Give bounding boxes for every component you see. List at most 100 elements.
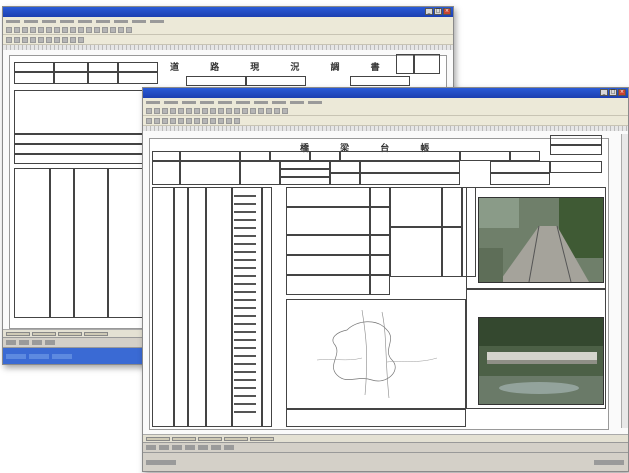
menu-item[interactable]: [200, 100, 214, 104]
toolbar-icon[interactable]: [22, 36, 28, 43]
menu-item[interactable]: [290, 100, 304, 104]
menu-item[interactable]: [6, 19, 20, 23]
close-button[interactable]: ×: [618, 89, 626, 96]
sheet-tab[interactable]: [250, 436, 274, 441]
toolbar-icon[interactable]: [234, 107, 240, 114]
toolbar-icon[interactable]: [218, 107, 224, 114]
menu-item[interactable]: [114, 19, 128, 23]
drawing-tool[interactable]: [198, 445, 208, 450]
toolbar-icon[interactable]: [194, 117, 200, 124]
drawing-tool[interactable]: [19, 340, 29, 345]
menu-item[interactable]: [254, 100, 268, 104]
toolbar-icon[interactable]: [242, 107, 248, 114]
toolbar-icon[interactable]: [186, 107, 192, 114]
toolbar-icon[interactable]: [154, 117, 160, 124]
toolbar-icon[interactable]: [226, 117, 232, 124]
front-window-titlebar[interactable]: _ □ ×: [143, 88, 628, 98]
menu-item[interactable]: [96, 19, 110, 23]
toolbar-icon[interactable]: [14, 36, 20, 43]
menu-item[interactable]: [236, 100, 250, 104]
menu-item[interactable]: [42, 19, 56, 23]
minimize-button[interactable]: _: [425, 8, 433, 15]
toolbar-icon[interactable]: [274, 107, 280, 114]
close-button[interactable]: ×: [443, 8, 451, 15]
menu-item[interactable]: [150, 19, 164, 23]
toolbar-icon[interactable]: [234, 117, 240, 124]
menu-item[interactable]: [308, 100, 322, 104]
toolbar-icon[interactable]: [46, 26, 52, 33]
toolbar-icon[interactable]: [6, 36, 12, 43]
drawing-tool[interactable]: [146, 445, 156, 450]
toolbar-icon[interactable]: [146, 117, 152, 124]
sheet-tab[interactable]: [172, 436, 196, 441]
sheet-tab[interactable]: [6, 331, 30, 336]
toolbar-icon[interactable]: [218, 117, 224, 124]
toolbar-icon[interactable]: [62, 26, 68, 33]
toolbar-icon[interactable]: [162, 107, 168, 114]
toolbar-icon[interactable]: [170, 117, 176, 124]
toolbar-icon[interactable]: [6, 26, 12, 33]
menu-item[interactable]: [272, 100, 286, 104]
back-window-titlebar[interactable]: _ □ ×: [3, 7, 453, 17]
drawing-tool[interactable]: [159, 445, 169, 450]
toolbar-icon[interactable]: [162, 117, 168, 124]
menu-item[interactable]: [182, 100, 196, 104]
toolbar-icon[interactable]: [210, 107, 216, 114]
toolbar-icon[interactable]: [146, 107, 152, 114]
toolbar-icon[interactable]: [46, 36, 52, 43]
toolbar-icon[interactable]: [110, 26, 116, 33]
sheet-tab[interactable]: [58, 331, 82, 336]
toolbar-icon[interactable]: [178, 117, 184, 124]
toolbar-icon[interactable]: [210, 117, 216, 124]
drawing-tool[interactable]: [224, 445, 234, 450]
toolbar-icon[interactable]: [22, 26, 28, 33]
taskbar-button[interactable]: [52, 353, 72, 359]
toolbar-icon[interactable]: [194, 107, 200, 114]
drawing-tool[interactable]: [32, 340, 42, 345]
menu-item[interactable]: [78, 19, 92, 23]
toolbar-icon[interactable]: [250, 107, 256, 114]
toolbar-icon[interactable]: [186, 117, 192, 124]
toolbar-icon[interactable]: [62, 36, 68, 43]
front-worksheet[interactable]: 橋 梁 台 帳: [149, 135, 609, 430]
toolbar-icon[interactable]: [226, 107, 232, 114]
toolbar-icon[interactable]: [78, 36, 84, 43]
sheet-tab[interactable]: [84, 331, 108, 336]
menu-item[interactable]: [60, 19, 74, 23]
menu-item[interactable]: [218, 100, 232, 104]
toolbar-icon[interactable]: [78, 26, 84, 33]
drawing-tool[interactable]: [211, 445, 221, 450]
toolbar-icon[interactable]: [54, 36, 60, 43]
toolbar-icon[interactable]: [30, 36, 36, 43]
drawing-tool[interactable]: [45, 340, 55, 345]
menu-item[interactable]: [146, 100, 160, 104]
minimize-button[interactable]: _: [600, 89, 608, 96]
toolbar-icon[interactable]: [94, 26, 100, 33]
taskbar-button[interactable]: [29, 353, 49, 359]
sheet-tab[interactable]: [198, 436, 222, 441]
toolbar-icon[interactable]: [38, 36, 44, 43]
toolbar-icon[interactable]: [102, 26, 108, 33]
drawing-tool[interactable]: [172, 445, 182, 450]
sheet-tab[interactable]: [32, 331, 56, 336]
vertical-scrollbar[interactable]: [621, 134, 628, 428]
maximize-button[interactable]: □: [434, 8, 442, 15]
toolbar-icon[interactable]: [30, 26, 36, 33]
toolbar-icon[interactable]: [38, 26, 44, 33]
toolbar-icon[interactable]: [202, 117, 208, 124]
toolbar-icon[interactable]: [170, 107, 176, 114]
menu-item[interactable]: [164, 100, 178, 104]
toolbar-icon[interactable]: [266, 107, 272, 114]
toolbar-icon[interactable]: [14, 26, 20, 33]
maximize-button[interactable]: □: [609, 89, 617, 96]
toolbar-icon[interactable]: [202, 107, 208, 114]
toolbar-icon[interactable]: [154, 107, 160, 114]
drawing-tool[interactable]: [185, 445, 195, 450]
taskbar-button[interactable]: [6, 353, 26, 359]
toolbar-icon[interactable]: [118, 26, 124, 33]
toolbar-icon[interactable]: [86, 26, 92, 33]
toolbar-icon[interactable]: [54, 26, 60, 33]
drawing-tool[interactable]: [6, 340, 16, 345]
toolbar-icon[interactable]: [258, 107, 264, 114]
menu-item[interactable]: [24, 19, 38, 23]
